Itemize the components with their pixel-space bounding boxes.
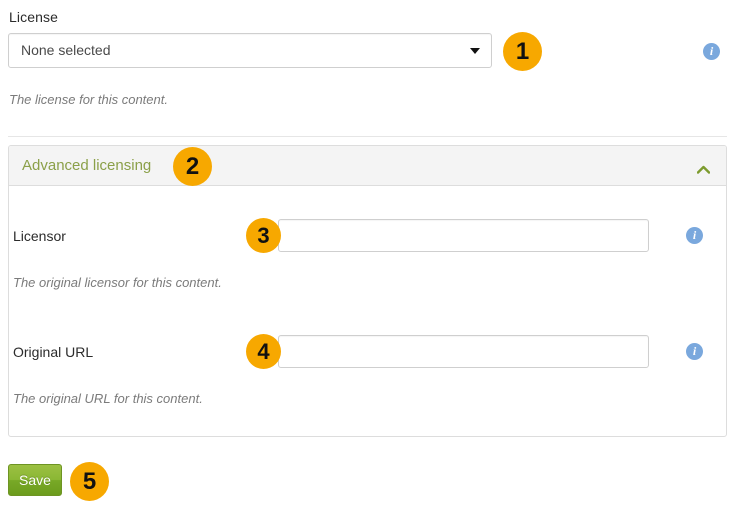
original-url-input[interactable] [278,335,649,368]
original-url-label: Original URL [13,344,94,360]
callout-badge-5: 5 [70,462,109,501]
advanced-licensing-header[interactable]: Advanced licensing [9,146,726,186]
license-select[interactable]: None selected [8,33,492,68]
save-button[interactable]: Save [8,464,62,496]
advanced-licensing-title: Advanced licensing [22,157,152,174]
license-info-icon[interactable]: i [703,43,720,60]
chevron-up-icon[interactable] [696,161,711,174]
original-url-info-icon[interactable]: i [686,343,703,360]
callout-badge-1: 1 [503,32,542,71]
license-settings-form: License None selected The license for th… [0,0,735,511]
licensor-label: Licensor [13,228,66,244]
license-help-text: The license for this content. [9,92,168,107]
licensor-help-text: The original licensor for this content. [13,275,222,290]
original-url-help-text: The original URL for this content. [13,391,203,406]
license-select-value: None selected [21,42,111,58]
callout-badge-4: 4 [246,334,281,369]
callout-badge-3: 3 [246,218,281,253]
callout-badge-2: 2 [173,147,212,186]
licensor-info-icon[interactable]: i [686,227,703,244]
chevron-down-icon [470,48,480,54]
licensor-input[interactable] [278,219,649,252]
section-divider [8,136,727,137]
license-label: License [9,9,58,25]
